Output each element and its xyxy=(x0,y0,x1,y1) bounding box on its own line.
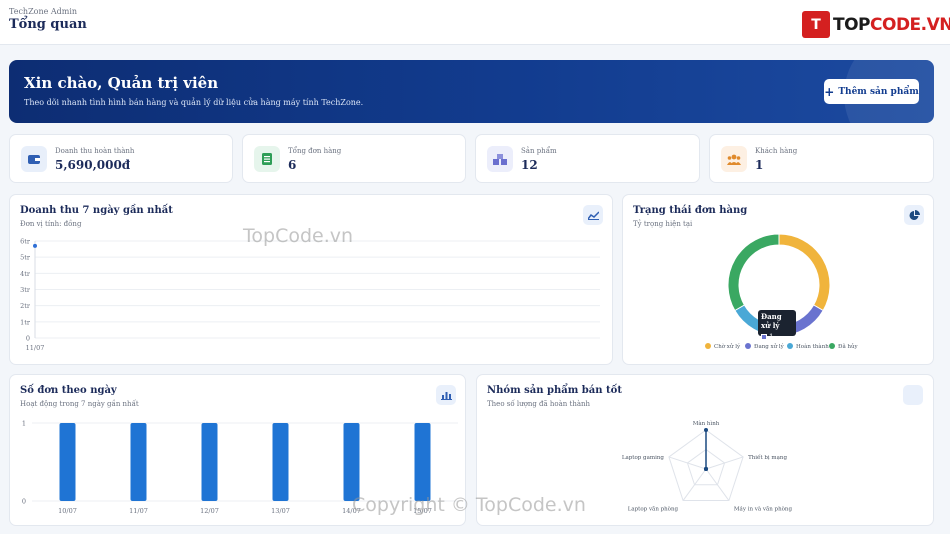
order-bar xyxy=(201,423,218,501)
revenue-chart-card: Doanh thu 7 ngày gần nhất Đơn vị tính: đ… xyxy=(9,194,613,365)
radar-spoke xyxy=(668,456,707,470)
order-bar xyxy=(59,423,76,501)
legend-swatch xyxy=(745,343,751,349)
add-product-button[interactable]: + Thêm sản phẩm xyxy=(824,79,919,104)
radar-axis-label: Màn hình xyxy=(693,420,720,427)
stat-label: Tổng đơn hàng xyxy=(288,147,342,155)
welcome-subtitle: Theo dõi nhanh tình hình bán hàng và quả… xyxy=(24,98,364,107)
top-products-card: Nhóm sản phẩm bán tốt Theo số lượng đã h… xyxy=(476,374,934,526)
legend-swatch xyxy=(829,343,835,349)
orders-per-day-card: Số đơn theo ngày Hoạt động trong 7 ngày … xyxy=(9,374,466,526)
stat-label: Sản phẩm xyxy=(521,147,557,155)
plus-icon: + xyxy=(824,84,835,99)
order-status-card: Trạng thái đơn hàng Tỷ trọng hiện tại Ch… xyxy=(622,194,934,365)
x-tick-label: 12/07 xyxy=(200,507,219,515)
stat-card-orders: Tổng đơn hàng 6 xyxy=(242,134,466,183)
users-icon xyxy=(721,146,747,172)
top-bar: TechZone Admin Tổng quan T TOPCODE.VN xyxy=(0,0,950,45)
tooltip-value: 1 xyxy=(769,333,774,341)
donut-tooltip: Đang xử lý 1 xyxy=(758,310,796,341)
x-tick-label: 15/07 xyxy=(413,507,432,515)
top-products-radar: Màn hình Thiết bị mạng Máy in và văn phòng… xyxy=(622,420,793,513)
legend-swatch xyxy=(787,343,793,349)
app-name: TechZone Admin xyxy=(9,7,78,16)
stat-card-customers: Khách hàng 1 xyxy=(709,134,934,183)
stat-card-revenue: Doanh thu hoàn thành 5,690,000đ xyxy=(9,134,233,183)
stat-value: 5,690,000đ xyxy=(55,158,131,172)
wallet-icon xyxy=(21,146,47,172)
y-tick-label: 1tr xyxy=(20,318,31,326)
page-title: Tổng quan xyxy=(9,17,87,32)
order-bar xyxy=(130,423,147,501)
revenue-line-chart: 0 1tr 2tr 3tr 4tr 5tr 6tr 11/07 xyxy=(20,238,600,352)
y-tick-label: 5tr xyxy=(20,254,31,262)
legend-label: Đã hủy xyxy=(838,343,859,350)
stat-value: 12 xyxy=(521,158,538,172)
donut-slice xyxy=(727,233,780,312)
tooltip-title: Đang xử lý xyxy=(761,312,782,330)
welcome-title: Xin chào, Quản trị viên xyxy=(24,74,219,92)
legend-label: Đang xử lý xyxy=(754,343,785,350)
add-product-label: Thêm sản phẩm xyxy=(838,86,919,97)
receipt-icon xyxy=(254,146,280,172)
y-tick-label: 1 xyxy=(22,420,26,428)
order-bar xyxy=(272,423,289,501)
welcome-banner: Xin chào, Quản trị viên Theo dõi nhanh t… xyxy=(9,60,934,123)
radar-spoke xyxy=(705,456,744,470)
legend-label: Chờ xử lý xyxy=(714,343,741,350)
x-tick-label: 13/07 xyxy=(271,507,290,515)
orders-bar-chart: 0 1 10/07 11/07 12/07 13/07 14/07 15/07 xyxy=(22,420,458,515)
revenue-point xyxy=(33,243,37,248)
stat-value: 1 xyxy=(755,158,764,172)
logo-mark-icon: T xyxy=(802,11,830,38)
legend-swatch xyxy=(705,343,711,349)
logo-text: TOPCODE.VN xyxy=(833,14,950,35)
legend-label: Hoàn thành xyxy=(796,343,829,350)
radar-axis-label: Laptop văn phòng xyxy=(628,506,679,513)
radar-point xyxy=(704,467,708,471)
y-tick-label: 3tr xyxy=(20,286,31,294)
order-bar xyxy=(414,423,431,501)
topcode-logo[interactable]: T TOPCODE.VN xyxy=(802,11,950,38)
stat-card-products: Sản phẩm 12 xyxy=(475,134,700,183)
x-tick-label: 11/07 xyxy=(129,507,148,515)
stat-label: Doanh thu hoàn thành xyxy=(55,147,135,155)
stat-label: Khách hàng xyxy=(755,147,798,155)
order-bar xyxy=(343,423,360,501)
radar-axis-label: Máy in và văn phòng xyxy=(734,506,793,513)
x-tick-label: 11/07 xyxy=(26,344,45,352)
radar-axis-label: Laptop gaming xyxy=(622,455,665,461)
donut-slice xyxy=(778,233,831,312)
y-tick-label: 4tr xyxy=(20,270,31,278)
y-tick-label: 2tr xyxy=(20,302,31,310)
boxes-icon xyxy=(487,146,513,172)
y-tick-label: 0 xyxy=(26,335,30,343)
stat-value: 6 xyxy=(288,158,297,172)
x-tick-label: 14/07 xyxy=(342,507,361,515)
radar-axis-label: Thiết bị mạng xyxy=(748,454,787,461)
tooltip-swatch xyxy=(761,334,767,340)
y-tick-label: 0 xyxy=(22,498,26,506)
radar-point xyxy=(704,428,708,432)
y-tick-label: 6tr xyxy=(20,238,31,246)
x-tick-label: 10/07 xyxy=(58,507,77,515)
